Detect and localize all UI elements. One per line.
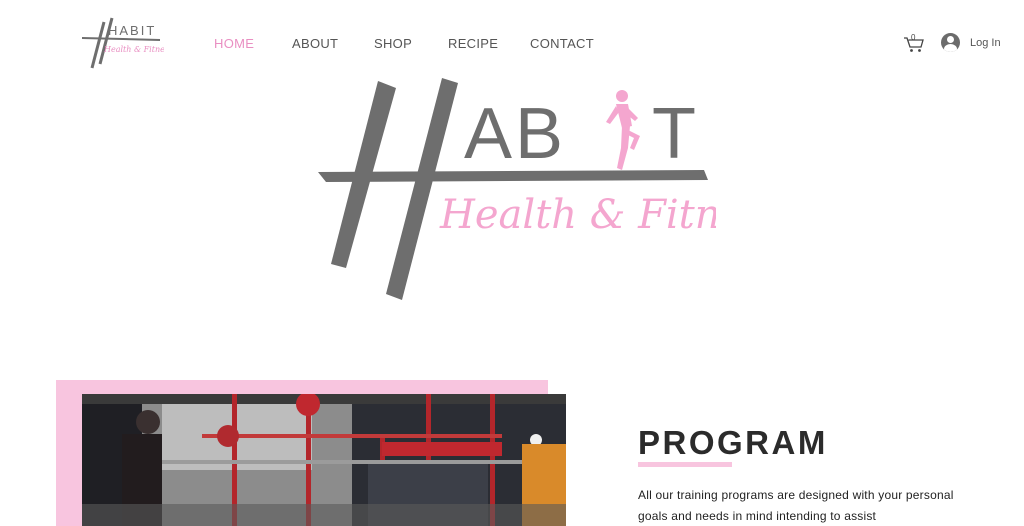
site-logo[interactable]: HABIT Health & Fitness [78,16,164,70]
cart-button[interactable]: 0 [903,33,925,53]
hero-logo-letter-t: T [652,94,696,174]
login-label: Log In [970,36,1001,49]
hero-logo: AB T Health & Fitness [318,78,716,300]
site-header: HABIT Health & Fitness HOME ABOUT SHOP R… [0,0,1024,88]
hero-logo-letters-ab: AB [464,94,566,174]
cart-count-badge: 0 [911,33,916,42]
program-description: All our training programs are designed w… [638,488,954,523]
program-heading: PROGRAM [638,424,828,461]
hero-logo-tagline: Health & Fitness [439,192,716,238]
svg-text:Health & Fitness: Health & Fitness [103,45,164,54]
nav-item-about[interactable]: ABOUT [292,36,338,51]
nav-item-home[interactable]: HOME [214,36,254,51]
nav-item-recipe[interactable]: RECIPE [448,36,498,51]
program-heading-underline [638,462,732,467]
runner-icon [606,90,640,170]
nav-item-contact[interactable]: CONTACT [530,36,594,51]
gym-photo [82,394,566,526]
nav-item-shop[interactable]: SHOP [374,36,412,51]
svg-text:HABIT: HABIT [108,23,156,38]
login-button[interactable]: Log In [941,33,1001,52]
avatar-icon [941,33,960,52]
